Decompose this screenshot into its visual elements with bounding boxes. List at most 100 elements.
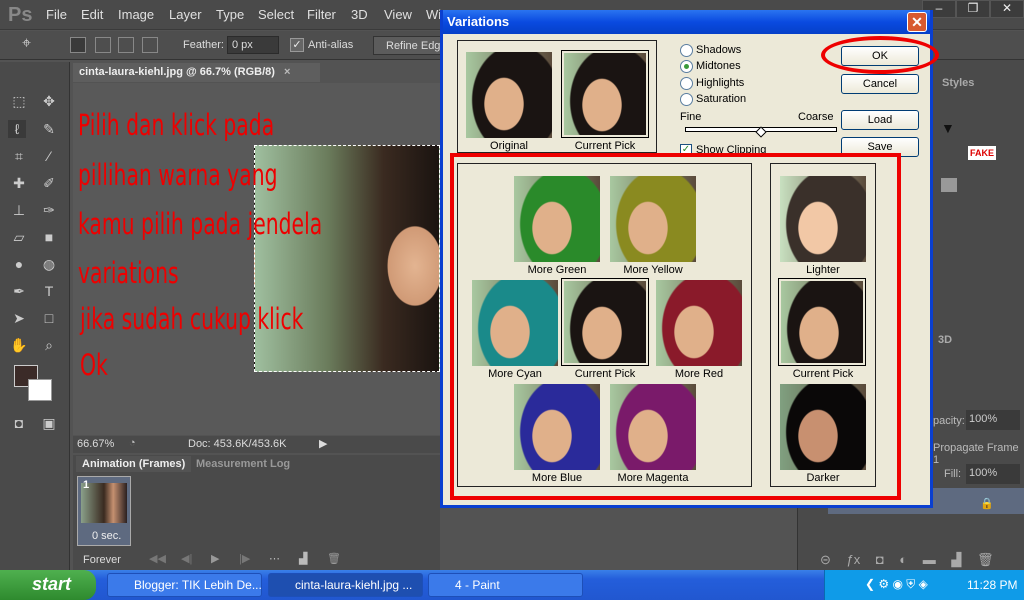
menu-image[interactable]: Image [118,7,154,22]
dialog-title-bar[interactable]: Variations ✕ [443,10,930,34]
darker-thumbnail[interactable] [780,384,866,470]
new-selection-icon[interactable] [70,37,86,53]
hand-tool-icon[interactable]: ✋ [10,336,28,354]
tab-3d[interactable]: 3D [938,334,952,346]
menu-select[interactable]: Select [258,7,294,22]
menu-filter[interactable]: Filter [307,7,336,22]
more-yellow-thumbnail[interactable] [610,176,696,262]
tab-close-icon[interactable]: × [284,66,290,78]
eyedropper-icon[interactable]: ⁄ [40,147,58,165]
task-photoshop[interactable]: cinta-laura-kiehl.jpg ... [268,573,423,597]
subtract-selection-icon[interactable] [118,37,134,53]
start-button[interactable]: start [0,570,96,600]
type-tool-icon[interactable]: T [40,282,58,300]
radio-highlights[interactable] [680,77,693,90]
zoom-tool-icon[interactable]: ⌕ [40,336,58,354]
task-paint[interactable]: 4 - Paint [428,573,583,597]
screen-mode-icon[interactable]: ▣ [40,414,58,432]
frame-number: 1 [83,479,90,491]
move-tool-icon[interactable]: ✥ [40,92,58,110]
marquee-tool-icon[interactable]: ⬚ [10,92,28,110]
menu-3d[interactable]: 3D [351,7,368,22]
more-red-thumbnail[interactable] [656,280,742,366]
dodge-tool-icon[interactable]: ◍ [40,255,58,273]
background-color-swatch[interactable] [28,379,52,401]
document-photo[interactable] [254,145,440,372]
path-select-icon[interactable]: ➤ [10,309,28,327]
tab-measurement-log[interactable]: Measurement Log [190,456,296,472]
menu-view[interactable]: View [384,7,412,22]
load-button[interactable]: Load [841,110,919,130]
fake-style-icon[interactable]: FAKE [968,146,997,160]
next-frame-icon[interactable]: |▶ [239,552,250,565]
play-icon[interactable]: ▶ [211,552,219,565]
radio-midtones-label: Midtones [696,60,741,72]
close-button[interactable]: ✕ [990,0,1024,18]
opacity-input[interactable]: 100% [966,410,1020,430]
prev-frame-icon[interactable]: ◀| [181,552,192,565]
gradient-tool-icon[interactable]: ■ [40,228,58,246]
cancel-button[interactable]: Cancel [841,74,919,94]
no-style-icon[interactable] [941,178,957,192]
more-blue-thumbnail[interactable] [514,384,600,470]
animation-panel: Animation (Frames) Measurement Log 1 0 s… [73,455,440,570]
menu-window[interactable]: Wi [426,7,441,22]
tray-icons[interactable]: ❮ ⚙ ◉ ⛨ ◈ [865,577,928,592]
fill-input[interactable]: 100% [966,464,1020,484]
animation-frame[interactable]: 1 0 sec. [77,476,131,546]
task-firefox[interactable]: Blogger: TIK Lebih De... [107,573,262,597]
eraser-tool-icon[interactable]: ▱ [10,228,28,246]
lighter-thumbnail[interactable] [780,176,866,262]
stamp-tool-icon[interactable]: ⊥ [10,201,28,219]
fine-label: Fine [680,111,702,123]
delete-frame-icon[interactable]: 🗑 [327,552,341,565]
shape-tool-icon[interactable]: □ [40,309,58,327]
task-label: cinta-laura-kiehl.jpg ... [295,578,413,592]
menu-layer[interactable]: Layer [169,7,202,22]
brush-tool-icon[interactable]: ✐ [40,174,58,192]
more-magenta-thumbnail[interactable] [610,384,696,470]
healing-brush-icon[interactable]: ✚ [10,174,28,192]
tween-icon[interactable]: ⋯ [269,552,280,565]
lasso-tool-icon[interactable]: ℓ [8,120,26,138]
intersect-selection-icon[interactable] [142,37,158,53]
refine-edge-button[interactable]: Refine Edge [373,36,443,55]
menu-edit[interactable]: Edit [81,7,103,22]
crop-tool-icon[interactable]: ⌗ [10,147,28,165]
lighter-label: Lighter [806,264,840,276]
radio-saturation[interactable] [680,93,693,106]
lasso-tool-icon[interactable]: ⌖ [22,35,31,53]
status-icon[interactable]: ◔ [129,437,136,449]
document-tab[interactable]: cinta-laura-kiehl.jpg @ 66.7% (RGB/8) × [73,63,320,82]
current-pick-center-thumbnail[interactable] [561,278,649,366]
feather-input[interactable]: 0 px [227,36,279,54]
quick-mask-icon[interactable]: ◘ [10,414,28,432]
add-selection-icon[interactable] [95,37,111,53]
propagate-frame-checkbox[interactable]: Propagate Frame 1 [933,442,1024,466]
layer-actions-icons[interactable]: ⊝ ƒx ◘ ◐ ▬ ▟ 🗑 [820,552,994,568]
history-brush-icon[interactable]: ✑ [40,201,58,219]
more-green-thumbnail[interactable] [514,176,600,262]
restore-button[interactable]: ❐ [956,0,990,18]
first-frame-icon[interactable]: ◀◀ [149,552,166,565]
more-cyan-thumbnail[interactable] [472,280,558,366]
blur-tool-icon[interactable]: ● [10,255,28,273]
radio-midtones[interactable] [680,60,693,73]
quick-select-icon[interactable]: ✎ [40,120,58,138]
tab-animation-frames[interactable]: Animation (Frames) [76,456,192,472]
radio-shadows[interactable] [680,44,693,57]
status-menu-arrow-icon[interactable]: ▶ [319,437,327,450]
duplicate-frame-icon[interactable]: ▟ [299,552,307,565]
current-pick-brightness-thumbnail[interactable] [778,278,866,366]
radio-saturation-label: Saturation [696,93,747,105]
frame-delay[interactable]: 0 sec. [92,530,121,542]
dialog-close-button[interactable]: ✕ [907,12,927,32]
tab-styles[interactable]: Styles [942,77,974,89]
zoom-level[interactable]: 66.67% [77,438,114,450]
menu-file[interactable]: File [46,7,67,22]
antialias-checkbox[interactable]: ✓ [290,38,304,52]
menu-type[interactable]: Type [216,7,244,22]
pen-tool-icon[interactable]: ✒ [10,282,28,300]
loop-select[interactable]: Forever [83,554,121,566]
more-magenta-label: More Magenta [617,472,689,484]
